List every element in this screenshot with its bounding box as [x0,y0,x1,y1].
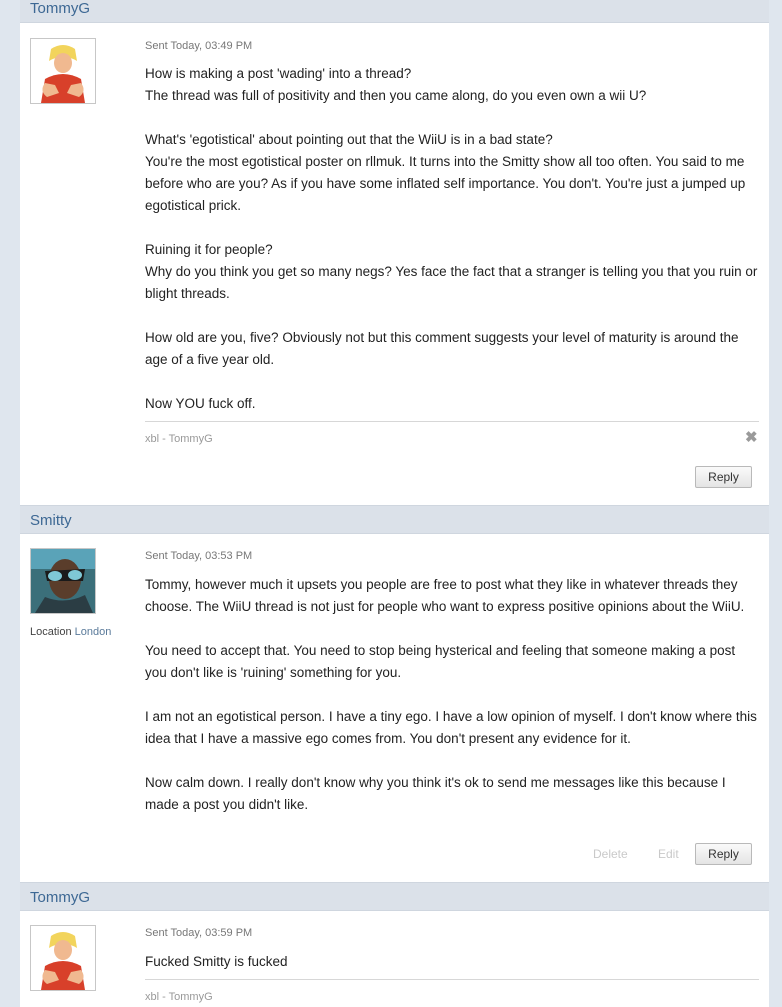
message-paragraph: Now calm down. I really don't know why y… [145,775,726,812]
reply-button[interactable]: Reply [695,843,752,865]
message-header: Smitty [20,505,769,534]
message-paragraph: Ruining it for people? Why do you think … [145,242,758,301]
sunglasses-man-icon [31,549,95,613]
ken-fighter-icon [31,926,95,990]
avatar[interactable] [30,38,96,104]
message-body: How is making a post 'wading' into a thr… [145,63,760,415]
avatar[interactable] [30,548,96,614]
message-body: Fucked Smitty is fucked [145,951,760,973]
message-paragraph: Tommy, however much it upsets you people… [145,577,745,614]
reply-button[interactable]: Reply [695,466,752,488]
sent-time: Sent Today, 03:53 PM [145,550,253,562]
delete-link[interactable]: Delete [593,847,628,861]
message-body: Tommy, however much it upsets you people… [145,574,760,816]
ken-fighter-icon [31,39,95,103]
username-link[interactable]: TommyG [30,889,90,906]
username-link[interactable]: TommyG [30,0,90,17]
message-thread: TommyG Sent Today, 03:49 PM How is makin… [20,0,769,1007]
message-header: TommyG [20,0,769,23]
sent-time: Sent Today, 03:59 PM [145,927,253,939]
signature-divider [145,979,759,980]
message-paragraph: How old are you, five? Obviously not but… [145,330,739,367]
signature: xbl - TommyG [145,433,213,445]
message-paragraph: I am not an egotistical person. I have a… [145,709,757,746]
location-label: Location [30,626,72,638]
message-header: TommyG [20,882,769,911]
username-link[interactable]: Smitty [30,512,72,529]
avatar[interactable] [30,925,96,991]
message-paragraph: How is making a post 'wading' into a thr… [145,66,647,103]
message-paragraph: Now YOU fuck off. [145,396,256,411]
location-field: Location London [30,626,111,638]
edit-link[interactable]: Edit [658,847,679,861]
signature: xbl - TommyG [145,991,213,1003]
delete-icon[interactable]: ✖ [745,430,758,445]
sent-time: Sent Today, 03:49 PM [145,40,253,52]
message-paragraph: What's 'egotistical' about pointing out … [145,132,746,213]
signature-divider [145,421,759,422]
location-value: London [74,626,112,638]
message-paragraph: Fucked Smitty is fucked [145,954,288,969]
message-paragraph: You need to accept that. You need to sto… [145,643,736,680]
